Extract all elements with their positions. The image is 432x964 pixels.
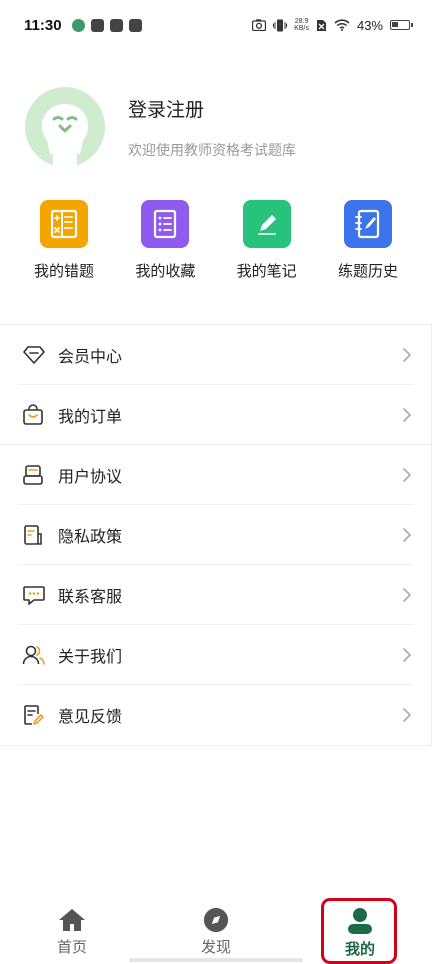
- quick-entries: 我的错题 我的收藏 我的笔记 练题历史: [0, 200, 432, 300]
- profile-icon: [348, 908, 372, 934]
- no-sim-icon: [316, 19, 326, 31]
- calendar-notification-icon: [90, 18, 104, 32]
- sync-notification-icon: [109, 18, 123, 32]
- users-icon: [22, 642, 48, 668]
- home-indicator[interactable]: [129, 958, 303, 962]
- welcome-subtitle: 欢迎使用教师资格考试题库: [128, 142, 296, 159]
- chat-icon: [22, 582, 48, 608]
- chevron-right-icon: [401, 586, 413, 604]
- notes-pen-icon: [242, 200, 291, 248]
- chevron-right-icon: [401, 466, 413, 484]
- menu-group-info: 用户协议 隐私政策 联系客服 关于我们 意见反馈: [0, 444, 432, 746]
- chevron-right-icon: [401, 646, 413, 664]
- history-notebook-icon: [343, 200, 392, 248]
- agreement-icon: [22, 462, 48, 488]
- tab-discover[interactable]: 发现: [144, 895, 288, 964]
- misc-notification-icon: [128, 18, 142, 32]
- compass-icon: [203, 907, 229, 933]
- diamond-icon: [22, 342, 48, 368]
- avatar[interactable]: [24, 86, 106, 168]
- menu-item-label: 关于我们: [58, 646, 123, 666]
- default-avatar-icon: [25, 87, 105, 168]
- app-notification-icon: [71, 18, 85, 32]
- status-time: 11:30: [24, 16, 62, 34]
- chevron-right-icon: [401, 406, 413, 424]
- quick-entry-label: 练题历史: [337, 262, 398, 280]
- menu-item-label: 我的订单: [58, 407, 123, 426]
- shopping-bag-icon: [22, 402, 48, 428]
- login-register-title[interactable]: 登录注册: [128, 95, 296, 122]
- network-speed-value: 28.9: [294, 18, 309, 25]
- tab-label: 我的: [344, 940, 375, 958]
- status-bar-left: 11:30: [24, 17, 142, 34]
- login-register-entry[interactable]: 登录注册 欢迎使用教师资格考试题库: [24, 72, 414, 182]
- network-speed-unit: KB/s: [294, 25, 309, 32]
- chevron-right-icon: [401, 526, 413, 544]
- quick-entry-history[interactable]: 练题历史: [318, 200, 418, 300]
- bottom-tab-bar: 首页 发现 我的: [0, 895, 432, 964]
- quick-entry-notes[interactable]: 我的笔记: [217, 200, 317, 300]
- feedback-icon: [22, 702, 48, 728]
- menu-item-my-orders[interactable]: 我的订单: [18, 385, 413, 445]
- battery-fill: [392, 22, 398, 27]
- menu-item-user-agreement[interactable]: 用户协议: [18, 445, 413, 505]
- chevron-right-icon: [401, 346, 413, 364]
- tab-mine[interactable]: 我的: [288, 895, 432, 964]
- menu-item-label: 联系客服: [58, 586, 123, 606]
- favorites-list-icon: [141, 200, 190, 248]
- quick-entry-label: 我的笔记: [236, 262, 297, 280]
- battery-percent: 43%: [356, 17, 383, 33]
- vibrate-icon: [273, 19, 288, 31]
- menu-item-privacy-policy[interactable]: 隐私政策: [18, 505, 413, 565]
- menu-group-account: 会员中心 我的订单: [0, 324, 432, 446]
- menu-item-customer-service[interactable]: 联系客服: [18, 565, 413, 625]
- quick-entry-label: 我的错题: [33, 262, 94, 280]
- menu-item-label: 隐私政策: [58, 526, 123, 546]
- status-bar: 11:30 28.9 KB/s 43%: [0, 0, 432, 50]
- quick-entry-label: 我的收藏: [135, 262, 196, 280]
- menu-item-label: 用户协议: [58, 466, 123, 486]
- chevron-right-icon: [401, 706, 413, 724]
- battery-icon: [390, 20, 413, 30]
- menu-item-label: 会员中心: [58, 346, 123, 366]
- tab-label: 发现: [200, 938, 231, 956]
- camera-icon: [252, 19, 267, 31]
- quick-entry-wrong-questions[interactable]: 我的错题: [14, 200, 114, 300]
- menu-item-label: 意见反馈: [58, 707, 123, 726]
- menu-item-feedback[interactable]: 意见反馈: [18, 685, 413, 745]
- tab-label: 首页: [56, 938, 87, 956]
- quick-entry-favorites[interactable]: 我的收藏: [115, 200, 215, 300]
- network-speed: 28.9 KB/s: [294, 18, 309, 32]
- tab-home[interactable]: 首页: [0, 895, 144, 964]
- home-icon: [59, 909, 85, 931]
- wrong-questions-icon: [40, 200, 88, 248]
- menu-item-about-us[interactable]: 关于我们: [18, 625, 413, 685]
- menu-item-member-center[interactable]: 会员中心: [18, 325, 413, 385]
- profile-text: 登录注册 欢迎使用教师资格考试题库: [128, 95, 296, 160]
- privacy-document-icon: [22, 522, 48, 548]
- status-bar-right: 28.9 KB/s 43%: [252, 17, 413, 33]
- wifi-icon: [334, 19, 350, 31]
